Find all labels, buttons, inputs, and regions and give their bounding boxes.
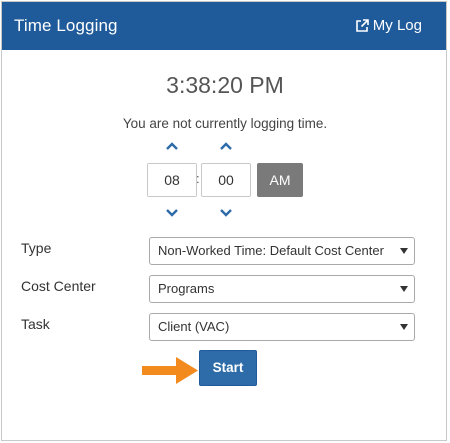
hour-down-chevron-down-icon[interactable]: [164, 207, 180, 219]
type-dropdown-caret-icon: [400, 248, 408, 254]
logging-status: You are not currently logging time.: [122, 116, 328, 131]
task-dropdown-caret-icon: [400, 324, 408, 330]
hour-up-chevron-up-icon[interactable]: [164, 140, 180, 152]
task-select[interactable]: Client (VAC): [149, 313, 415, 341]
pointer-arrow-icon: [142, 357, 198, 384]
type-label: Type: [21, 240, 52, 256]
hour-input[interactable]: 08: [147, 163, 197, 197]
minute-down-chevron-down-icon[interactable]: [218, 207, 234, 219]
cost-center-select[interactable]: Programs: [149, 275, 415, 303]
my-log-label: My Log: [372, 17, 422, 34]
time-logging-panel: Time Logging My Log 3:38:20 PM You are n…: [1, 1, 447, 441]
minute-up-chevron-up-icon[interactable]: [218, 140, 234, 152]
task-select-value: Client (VAC): [158, 319, 230, 334]
panel-header: Time Logging My Log: [2, 2, 446, 50]
type-select[interactable]: Non-Worked Time: Default Cost Center: [149, 237, 415, 265]
current-time: 3:38:20 PM: [166, 72, 284, 98]
minute-input[interactable]: 00: [201, 163, 251, 197]
type-select-value: Non-Worked Time: Default Cost Center: [158, 243, 384, 258]
external-link-icon: [355, 18, 369, 32]
cost-center-select-value: Programs: [158, 281, 215, 296]
start-button[interactable]: Start: [199, 350, 257, 386]
cost-center-dropdown-caret-icon: [400, 286, 408, 292]
task-label: Task: [21, 316, 50, 332]
cost-center-label: Cost Center: [21, 278, 96, 294]
am-pm-toggle[interactable]: AM: [257, 163, 303, 197]
time-separator: :: [196, 171, 200, 186]
panel-title: Time Logging: [14, 16, 118, 35]
my-log-link[interactable]: My Log: [355, 17, 422, 34]
